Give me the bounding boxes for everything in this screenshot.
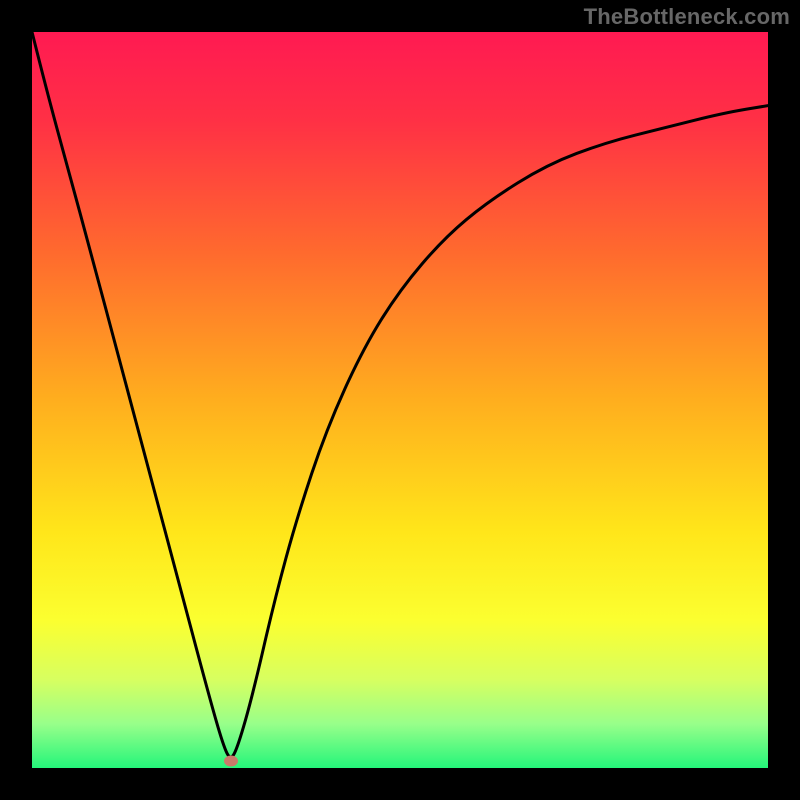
minimum-point-marker (224, 755, 238, 766)
watermark-text: TheBottleneck.com (584, 4, 790, 30)
background-gradient (32, 32, 768, 768)
chart-container: TheBottleneck.com (0, 0, 800, 800)
plot-area (32, 32, 768, 768)
